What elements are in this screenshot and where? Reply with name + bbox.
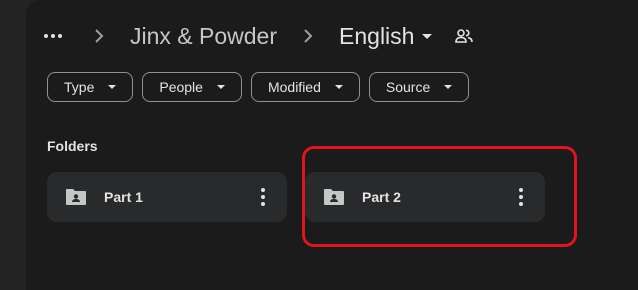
folders-heading: Folders [47,138,98,154]
shared-folder-icon [65,187,87,207]
folder-part-2[interactable]: Part 2 [305,172,545,222]
filter-bar: Type People Modified Source [47,72,470,102]
dot [261,202,265,206]
filter-label: Source [385,79,431,95]
dot [51,34,55,38]
more-breadcrumbs-button[interactable] [44,34,62,38]
filter-modified[interactable]: Modified [250,72,360,102]
filter-label: People [159,79,203,95]
chevron-right-icon [88,25,110,47]
more-actions-button[interactable] [511,185,531,209]
filter-type[interactable]: Type [47,72,134,102]
dot [519,202,523,206]
caret-down-icon [444,85,453,89]
people-icon[interactable] [454,26,474,46]
filter-label: Type [64,79,95,95]
caret-down-icon [422,33,433,39]
chevron-right-icon [297,25,319,47]
dot [58,34,62,38]
caret-down-icon [216,85,225,89]
folder-label: Part 2 [362,189,401,205]
filter-people[interactable]: People [142,72,242,102]
dot [519,188,523,192]
filter-label: Modified [267,79,321,95]
more-actions-button[interactable] [253,185,273,209]
breadcrumb-current-label: English [339,22,415,49]
caret-down-icon [334,85,343,89]
folder-label: Part 1 [104,189,143,205]
breadcrumb-current-dropdown[interactable]: English [339,22,433,50]
breadcrumb-parent[interactable]: Jinx & Powder [130,23,277,50]
filter-source[interactable]: Source [368,72,470,102]
breadcrumb: Jinx & Powder English [44,16,474,56]
folder-part-1[interactable]: Part 1 [47,172,287,222]
dot [519,195,523,199]
dot [44,34,48,38]
dot [261,195,265,199]
shared-folder-icon [323,187,345,207]
dot [261,188,265,192]
caret-down-icon [108,85,117,89]
